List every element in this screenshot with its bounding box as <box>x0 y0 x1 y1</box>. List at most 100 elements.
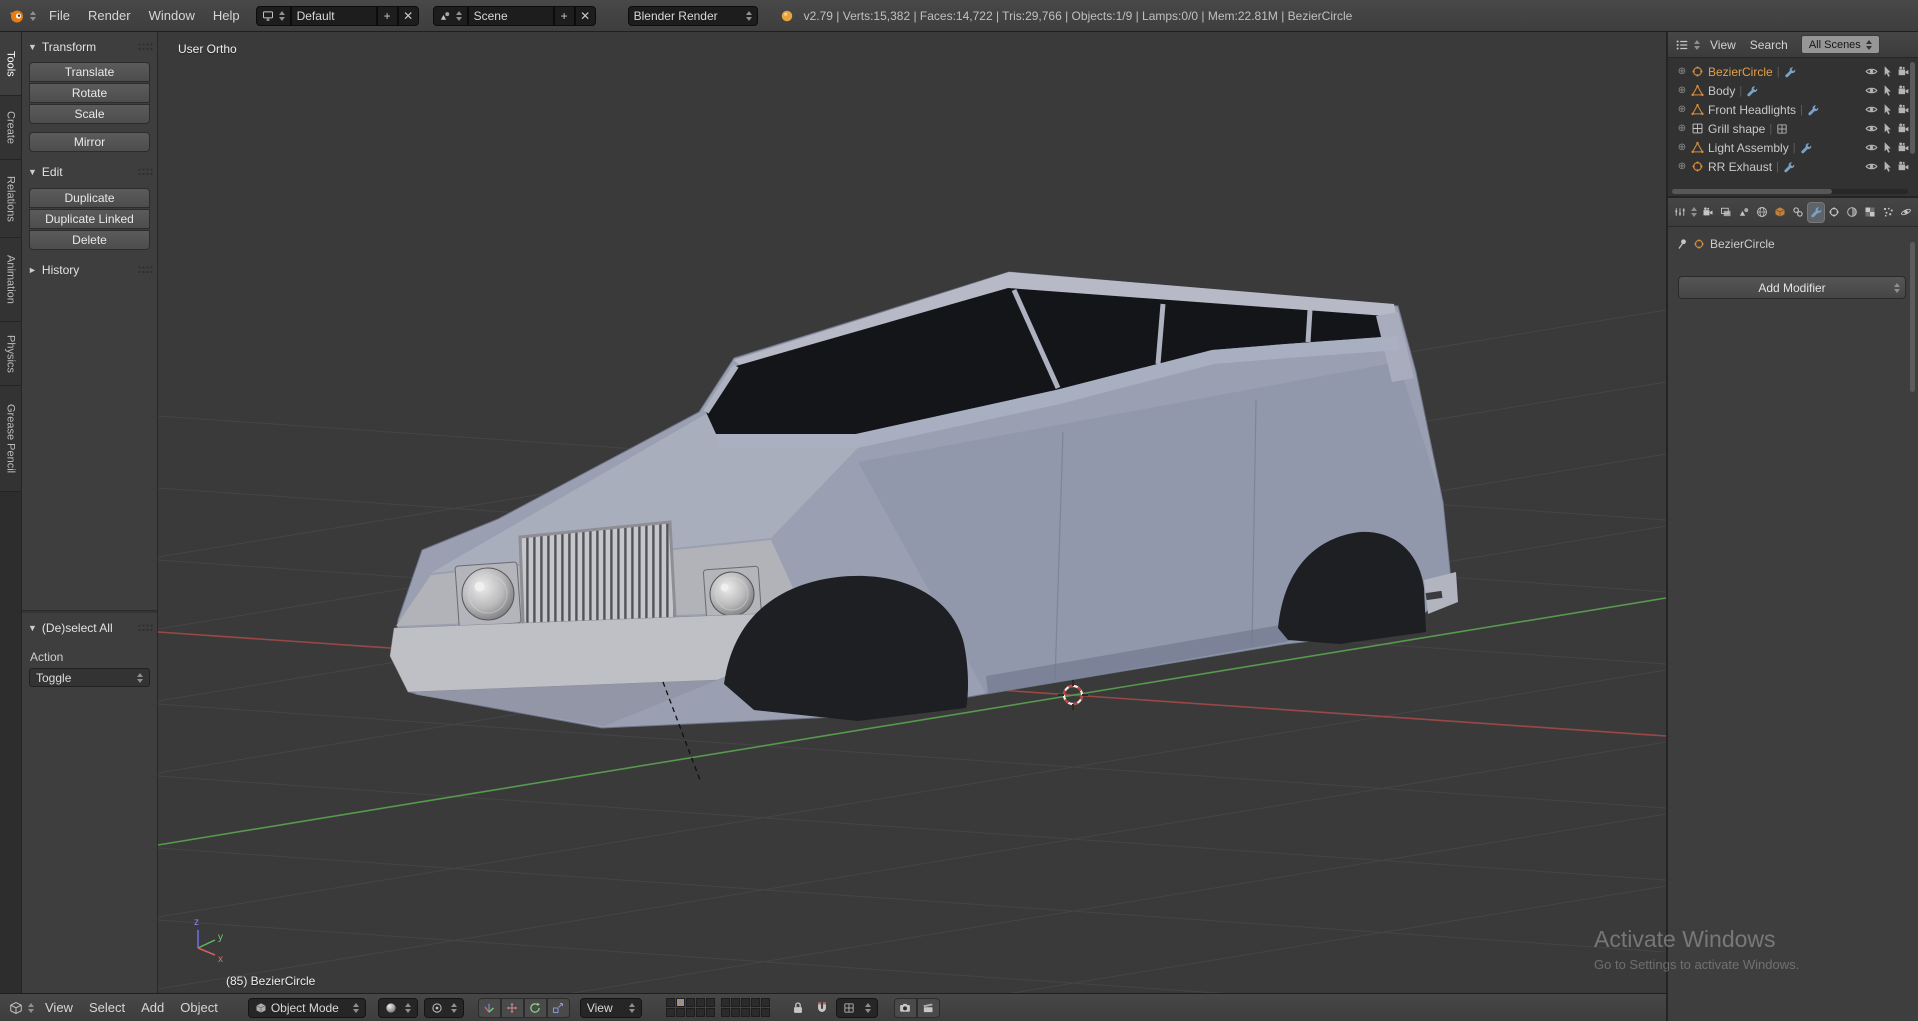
tab-animation[interactable]: Animation <box>0 238 21 322</box>
outliner-menu-search[interactable]: Search <box>1743 38 1795 52</box>
screen-layout-add-button[interactable]: + <box>377 6 398 26</box>
outliner-row-light-assembly[interactable]: ⊕ Light Assembly | <box>1668 138 1918 157</box>
object-name[interactable]: BezierCircle <box>1708 65 1773 79</box>
tab-world[interactable] <box>1754 203 1771 222</box>
panel-grip-handle[interactable] <box>138 168 153 177</box>
tab-constraints[interactable] <box>1790 203 1807 222</box>
selectable-arrow-icon[interactable] <box>1881 103 1894 116</box>
tab-scene[interactable] <box>1736 203 1753 222</box>
outliner-row-body[interactable]: ⊕ Body | <box>1668 81 1918 100</box>
layer-toggle[interactable] <box>751 1008 760 1017</box>
renderable-camera-icon[interactable] <box>1897 122 1910 135</box>
layer-toggle[interactable] <box>761 998 770 1007</box>
renderable-camera-icon[interactable] <box>1897 141 1910 154</box>
visibility-eye-icon[interactable] <box>1865 122 1878 135</box>
scene-delete-button[interactable]: ✕ <box>575 6 596 26</box>
renderable-camera-icon[interactable] <box>1897 103 1910 116</box>
snap-toggle-button[interactable] <box>812 998 832 1018</box>
outliner-row-beziercircle[interactable]: ⊕ BezierCircle | <box>1668 62 1918 81</box>
layer-toggle[interactable] <box>721 998 730 1007</box>
opengl-render-still-button[interactable] <box>894 998 917 1018</box>
add-modifier-button[interactable]: Add Modifier <box>1678 276 1906 299</box>
layer-toggle[interactable] <box>731 998 740 1007</box>
expand-icon[interactable]: ⊕ <box>1677 123 1687 134</box>
panel-grip-handle[interactable] <box>138 624 153 633</box>
mode-dropdown[interactable]: Object Mode <box>248 998 366 1018</box>
object-name[interactable]: RR Exhaust <box>1708 160 1772 174</box>
tab-create[interactable]: Create <box>0 96 21 160</box>
screen-layout-name-field[interactable]: Default <box>291 6 377 26</box>
layer-toggle[interactable] <box>696 1008 705 1017</box>
tab-material[interactable] <box>1843 203 1860 222</box>
snap-element-dropdown[interactable] <box>836 998 878 1018</box>
panel-closed-icon[interactable]: ► <box>28 265 37 275</box>
editor-type-button-outliner[interactable] <box>1672 35 1703 55</box>
tab-physics[interactable] <box>1897 203 1914 222</box>
layer-toggle[interactable] <box>751 998 760 1007</box>
panel-open-icon[interactable]: ▼ <box>28 42 37 52</box>
visibility-eye-icon[interactable] <box>1865 84 1878 97</box>
outliner-menu-view[interactable]: View <box>1703 38 1743 52</box>
panel-grip-handle[interactable] <box>138 266 153 275</box>
viewport-shading-dropdown[interactable] <box>378 998 418 1018</box>
object-name[interactable]: Front Headlights <box>1708 103 1796 117</box>
outliner-scope-dropdown[interactable]: All Scenes <box>1801 35 1880 54</box>
layer-toggle[interactable] <box>731 1008 740 1017</box>
layer-toggle[interactable] <box>666 998 675 1007</box>
selectable-arrow-icon[interactable] <box>1881 122 1894 135</box>
layer-toggle[interactable] <box>666 1008 675 1017</box>
menu-select[interactable]: Select <box>81 993 133 1021</box>
render-engine-dropdown[interactable]: Blender Render <box>628 6 758 26</box>
screen-layout-delete-button[interactable]: ✕ <box>398 6 419 26</box>
breadcrumb-object-name[interactable]: BezierCircle <box>1710 237 1775 251</box>
scene-name-field[interactable]: Scene <box>468 6 554 26</box>
lock-to-scene-button[interactable] <box>788 998 808 1018</box>
tab-particles[interactable] <box>1879 203 1896 222</box>
layer-toggle[interactable] <box>686 1008 695 1017</box>
object-name[interactable]: Light Assembly <box>1708 141 1789 155</box>
renderable-camera-icon[interactable] <box>1897 65 1910 78</box>
editor-type-button-3d[interactable] <box>6 998 37 1018</box>
panel-open-icon[interactable]: ▼ <box>28 167 37 177</box>
menu-render[interactable]: Render <box>80 1 139 31</box>
object-name[interactable]: Grill shape <box>1708 122 1765 136</box>
panel-header-history[interactable]: ► History <box>28 262 153 278</box>
outliner-row-rr-exhaust[interactable]: ⊕ RR Exhaust | <box>1668 157 1918 176</box>
tab-relations[interactable]: Relations <box>0 160 21 238</box>
menu-object[interactable]: Object <box>172 993 226 1021</box>
viewport-canvas[interactable]: z y x <box>158 32 1666 993</box>
duplicate-button[interactable]: Duplicate <box>29 188 150 208</box>
layer-toggle[interactable] <box>686 998 695 1007</box>
scene-add-button[interactable]: + <box>554 6 575 26</box>
layer-toggle[interactable] <box>696 998 705 1007</box>
rotate-button[interactable]: Rotate <box>29 83 150 103</box>
outliner-scrollbar[interactable] <box>1910 62 1915 154</box>
layer-toggle[interactable] <box>706 1008 715 1017</box>
layer-toggle[interactable] <box>676 1008 685 1017</box>
panel-grip-handle[interactable] <box>138 43 153 52</box>
renderable-camera-icon[interactable] <box>1897 160 1910 173</box>
tab-render-layers[interactable] <box>1718 203 1735 222</box>
opengl-render-anim-button[interactable] <box>917 998 940 1018</box>
manipulator-axis-button[interactable] <box>478 998 501 1018</box>
panel-header-deselect-all[interactable]: ▼ (De)select All <box>28 620 153 636</box>
visibility-eye-icon[interactable] <box>1865 65 1878 78</box>
expand-icon[interactable]: ⊕ <box>1677 104 1687 115</box>
pin-icon[interactable] <box>1676 238 1688 250</box>
panel-header-edit[interactable]: ▼ Edit <box>28 164 153 180</box>
rotate-manipulator-button[interactable] <box>524 998 547 1018</box>
layer-toggle[interactable] <box>741 998 750 1007</box>
expand-icon[interactable]: ⊕ <box>1677 85 1687 96</box>
scale-button[interactable]: Scale <box>29 104 150 124</box>
expand-icon[interactable]: ⊕ <box>1677 66 1687 77</box>
action-toggle-dropdown[interactable]: Toggle <box>29 668 150 687</box>
pivot-center-dropdown[interactable] <box>424 998 464 1018</box>
outliner-row-grill-shape[interactable]: ⊕ Grill shape | <box>1668 119 1918 138</box>
renderable-camera-icon[interactable] <box>1897 84 1910 97</box>
translate-manipulator-button[interactable] <box>501 998 524 1018</box>
tab-grease-pencil[interactable]: Grease Pencil <box>0 386 21 492</box>
outliner-hscrollbar[interactable] <box>1672 189 1908 194</box>
transform-orientation-dropdown[interactable]: View <box>580 998 642 1018</box>
expand-icon[interactable]: ⊕ <box>1677 142 1687 153</box>
layer-toggle-active[interactable] <box>676 998 685 1007</box>
